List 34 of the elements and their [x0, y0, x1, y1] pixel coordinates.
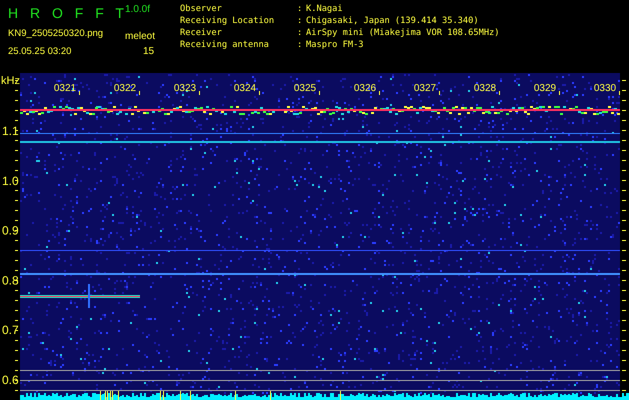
axis-label: 1.1 — [2, 124, 19, 138]
file-name: KN9_2505250320.png — [8, 28, 104, 38]
axis-label: 0.7 — [2, 323, 19, 338]
info-value: AirSpy mini (Miakejima VOR 108.65MHz) — [306, 27, 500, 39]
info-value: K.Nagai — [306, 3, 344, 15]
info-label: Receiving Location — [180, 15, 276, 27]
info-separator: : — [297, 3, 304, 15]
info-label: Receiving antenna — [180, 39, 270, 51]
app-version: 1.0.0f — [125, 4, 150, 15]
time-label: 0324 — [234, 83, 256, 94]
time-label: 0330 — [594, 83, 616, 94]
time-label: 0329 — [534, 83, 556, 94]
time-label: 0325 — [294, 83, 316, 94]
time-label: 0323 — [174, 83, 196, 94]
axis-label: 1.0 — [2, 174, 19, 188]
info-separator: : — [297, 15, 304, 27]
info-value: Chigasaki, Japan (139.414 35.340) — [306, 15, 480, 27]
time-label: 0328 — [474, 83, 496, 94]
axis-label: 0.6 — [2, 373, 19, 387]
meteor-count: 15 — [143, 46, 154, 56]
info-value: Maspro FM-3 — [306, 39, 365, 51]
time-label: 0327 — [414, 83, 436, 94]
axis-label: 0.8 — [2, 273, 19, 288]
time-label: 0326 — [354, 83, 376, 94]
axis-unit: kHz — [1, 75, 20, 87]
meteor-label: meleot — [125, 31, 156, 42]
time-label: 0322 — [114, 83, 136, 94]
info-label: Observer — [180, 3, 223, 15]
axis-label: 0.9 — [2, 224, 19, 238]
info-separator: : — [297, 39, 304, 51]
date-time: 25.05.25 03:20 — [8, 46, 72, 56]
time-label: 0321 — [54, 83, 76, 94]
info-label: Receiver — [180, 27, 223, 39]
info-separator: : — [297, 27, 304, 39]
